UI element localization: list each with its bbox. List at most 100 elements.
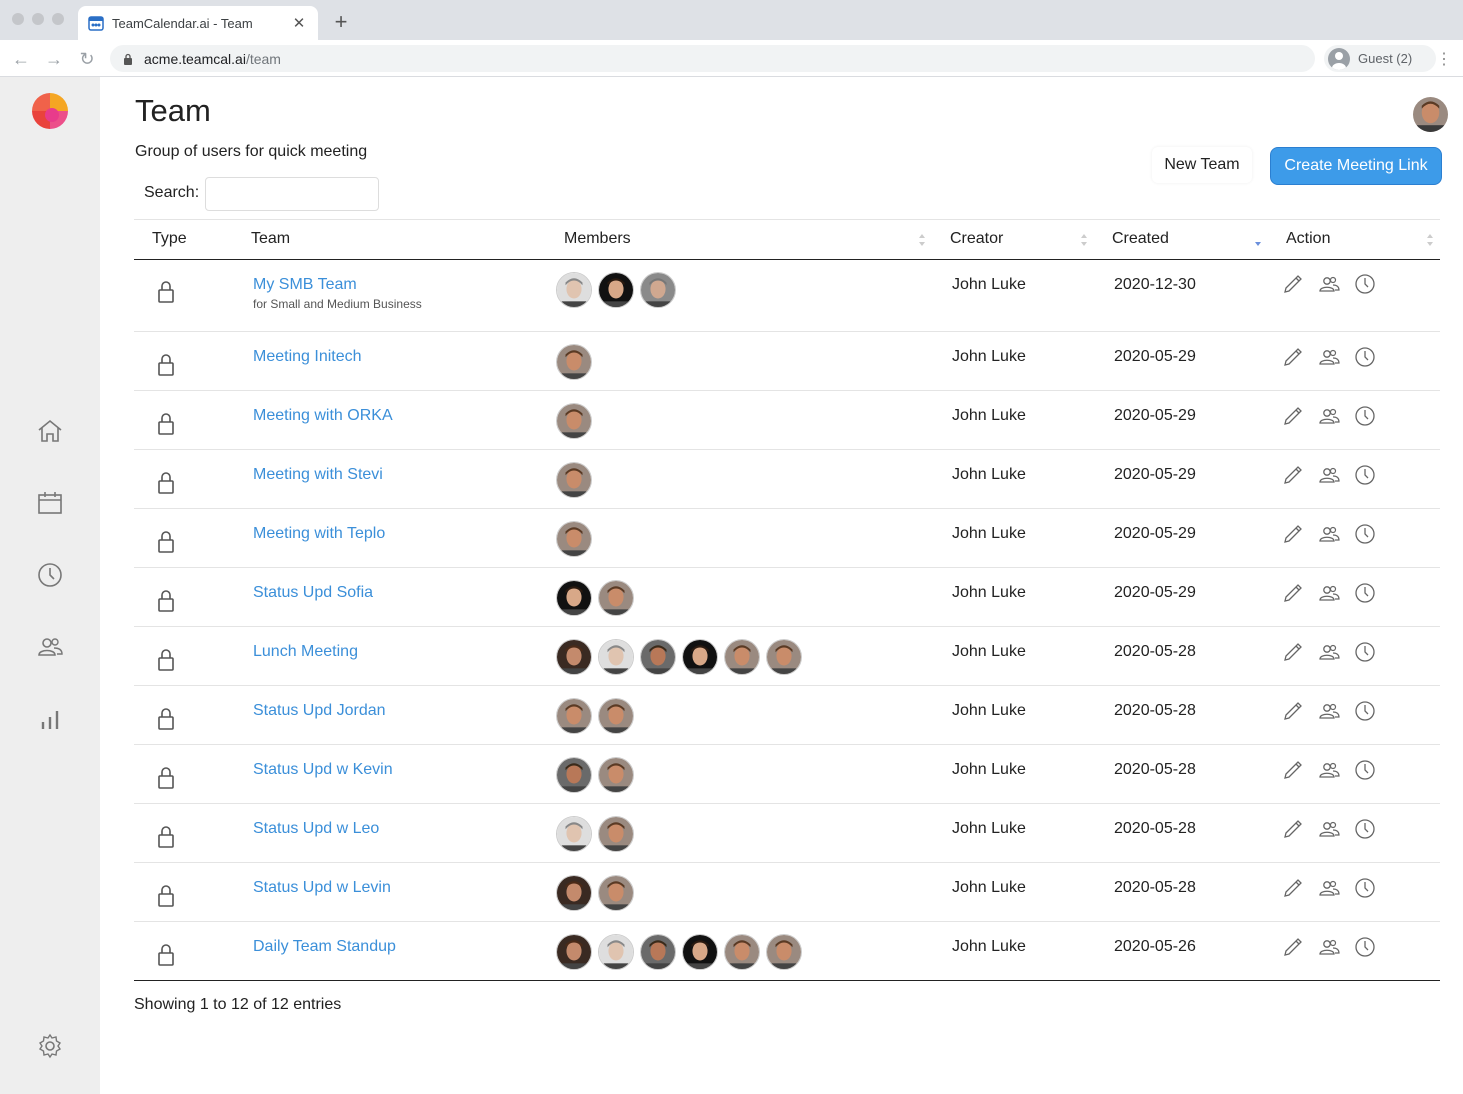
member-avatar[interactable] <box>556 344 592 380</box>
member-avatar[interactable] <box>598 934 634 970</box>
member-avatar[interactable] <box>556 272 592 308</box>
team-name-link[interactable]: Meeting Initech <box>253 348 362 366</box>
member-avatar[interactable] <box>556 521 592 557</box>
home-icon[interactable] <box>36 417 64 445</box>
member-avatar[interactable] <box>766 639 802 675</box>
settings-gear-icon[interactable] <box>36 1032 64 1060</box>
column-type[interactable]: Type <box>152 230 187 248</box>
team-name-link[interactable]: Daily Team Standup <box>253 938 396 956</box>
manage-members-icon[interactable] <box>1318 759 1340 786</box>
schedule-clock-icon[interactable] <box>1354 273 1376 300</box>
team-name-link[interactable]: Status Upd w Levin <box>253 879 391 897</box>
edit-pencil-icon[interactable] <box>1282 818 1304 845</box>
manage-members-icon[interactable] <box>1318 818 1340 845</box>
column-members[interactable]: Members <box>564 230 631 248</box>
member-avatar[interactable] <box>598 757 634 793</box>
team-name-link[interactable]: Lunch Meeting <box>253 643 358 661</box>
browser-menu-icon[interactable]: ⋮ <box>1436 49 1452 69</box>
user-avatar[interactable] <box>1413 97 1448 132</box>
schedule-clock-icon[interactable] <box>1354 700 1376 727</box>
team-name-link[interactable]: Status Upd w Kevin <box>253 761 393 779</box>
sort-members-icon[interactable] <box>918 232 926 248</box>
team-name-link[interactable]: Meeting with ORKA <box>253 407 393 425</box>
analytics-icon[interactable] <box>36 705 64 733</box>
team-icon[interactable] <box>36 633 64 661</box>
column-created[interactable]: Created <box>1112 230 1169 248</box>
schedule-clock-icon[interactable] <box>1354 936 1376 963</box>
manage-members-icon[interactable] <box>1318 346 1340 373</box>
schedule-clock-icon[interactable] <box>1354 464 1376 491</box>
schedule-clock-icon[interactable] <box>1354 641 1376 668</box>
new-team-button[interactable]: New Team <box>1152 147 1252 183</box>
manage-members-icon[interactable] <box>1318 464 1340 491</box>
member-avatar[interactable] <box>598 698 634 734</box>
manage-members-icon[interactable] <box>1318 641 1340 668</box>
member-avatar[interactable] <box>556 403 592 439</box>
member-avatar[interactable] <box>556 698 592 734</box>
schedule-clock-icon[interactable] <box>1354 523 1376 550</box>
member-avatar[interactable] <box>556 580 592 616</box>
schedule-clock-icon[interactable] <box>1354 759 1376 786</box>
member-avatar[interactable] <box>640 934 676 970</box>
manage-members-icon[interactable] <box>1318 405 1340 432</box>
calendar-icon[interactable] <box>36 489 64 517</box>
member-avatar[interactable] <box>556 462 592 498</box>
search-input[interactable] <box>205 177 379 211</box>
member-avatar[interactable] <box>598 580 634 616</box>
edit-pencil-icon[interactable] <box>1282 464 1304 491</box>
back-icon[interactable]: ← <box>10 48 32 70</box>
member-avatar[interactable] <box>682 934 718 970</box>
edit-pencil-icon[interactable] <box>1282 405 1304 432</box>
team-name-link[interactable]: My SMB Team <box>253 276 357 294</box>
member-avatar[interactable] <box>556 639 592 675</box>
schedule-clock-icon[interactable] <box>1354 877 1376 904</box>
edit-pencil-icon[interactable] <box>1282 877 1304 904</box>
manage-members-icon[interactable] <box>1318 582 1340 609</box>
edit-pencil-icon[interactable] <box>1282 700 1304 727</box>
team-name-link[interactable]: Meeting with Teplo <box>253 525 385 543</box>
edit-pencil-icon[interactable] <box>1282 582 1304 609</box>
close-tab-icon[interactable]: ✕ <box>290 14 308 32</box>
team-name-link[interactable]: Status Upd Jordan <box>253 702 386 720</box>
member-avatar[interactable] <box>556 875 592 911</box>
edit-pencil-icon[interactable] <box>1282 759 1304 786</box>
sort-action-icon[interactable] <box>1426 232 1434 248</box>
member-avatar[interactable] <box>682 639 718 675</box>
member-avatar[interactable] <box>640 639 676 675</box>
edit-pencil-icon[interactable] <box>1282 273 1304 300</box>
manage-members-icon[interactable] <box>1318 936 1340 963</box>
edit-pencil-icon[interactable] <box>1282 346 1304 373</box>
edit-pencil-icon[interactable] <box>1282 936 1304 963</box>
member-avatar[interactable] <box>556 934 592 970</box>
window-controls[interactable] <box>12 13 64 25</box>
manage-members-icon[interactable] <box>1318 523 1340 550</box>
column-creator[interactable]: Creator <box>950 230 1003 248</box>
team-name-link[interactable]: Status Upd Sofia <box>253 584 373 602</box>
member-avatar[interactable] <box>556 816 592 852</box>
manage-members-icon[interactable] <box>1318 700 1340 727</box>
member-avatar[interactable] <box>724 934 760 970</box>
forward-icon[interactable]: → <box>43 48 65 70</box>
app-logo-icon[interactable] <box>30 91 70 131</box>
member-avatar[interactable] <box>598 875 634 911</box>
reload-icon[interactable]: ↻ <box>76 48 98 70</box>
member-avatar[interactable] <box>640 272 676 308</box>
team-name-link[interactable]: Status Upd w Leo <box>253 820 379 838</box>
browser-tab[interactable]: TeamCalendar.ai - Team ✕ <box>78 6 318 40</box>
manage-members-icon[interactable] <box>1318 877 1340 904</box>
schedule-clock-icon[interactable] <box>1354 346 1376 373</box>
edit-pencil-icon[interactable] <box>1282 641 1304 668</box>
member-avatar[interactable] <box>598 816 634 852</box>
schedule-clock-icon[interactable] <box>1354 818 1376 845</box>
member-avatar[interactable] <box>724 639 760 675</box>
clock-icon[interactable] <box>36 561 64 589</box>
url-input[interactable]: acme.teamcal.ai/team <box>110 45 1315 72</box>
member-avatar[interactable] <box>598 272 634 308</box>
member-avatar[interactable] <box>598 639 634 675</box>
guest-profile-button[interactable]: Guest (2) <box>1324 45 1436 72</box>
edit-pencil-icon[interactable] <box>1282 523 1304 550</box>
member-avatar[interactable] <box>556 757 592 793</box>
create-meeting-link-button[interactable]: Create Meeting Link <box>1270 147 1442 185</box>
new-tab-icon[interactable]: + <box>330 9 352 35</box>
member-avatar[interactable] <box>766 934 802 970</box>
